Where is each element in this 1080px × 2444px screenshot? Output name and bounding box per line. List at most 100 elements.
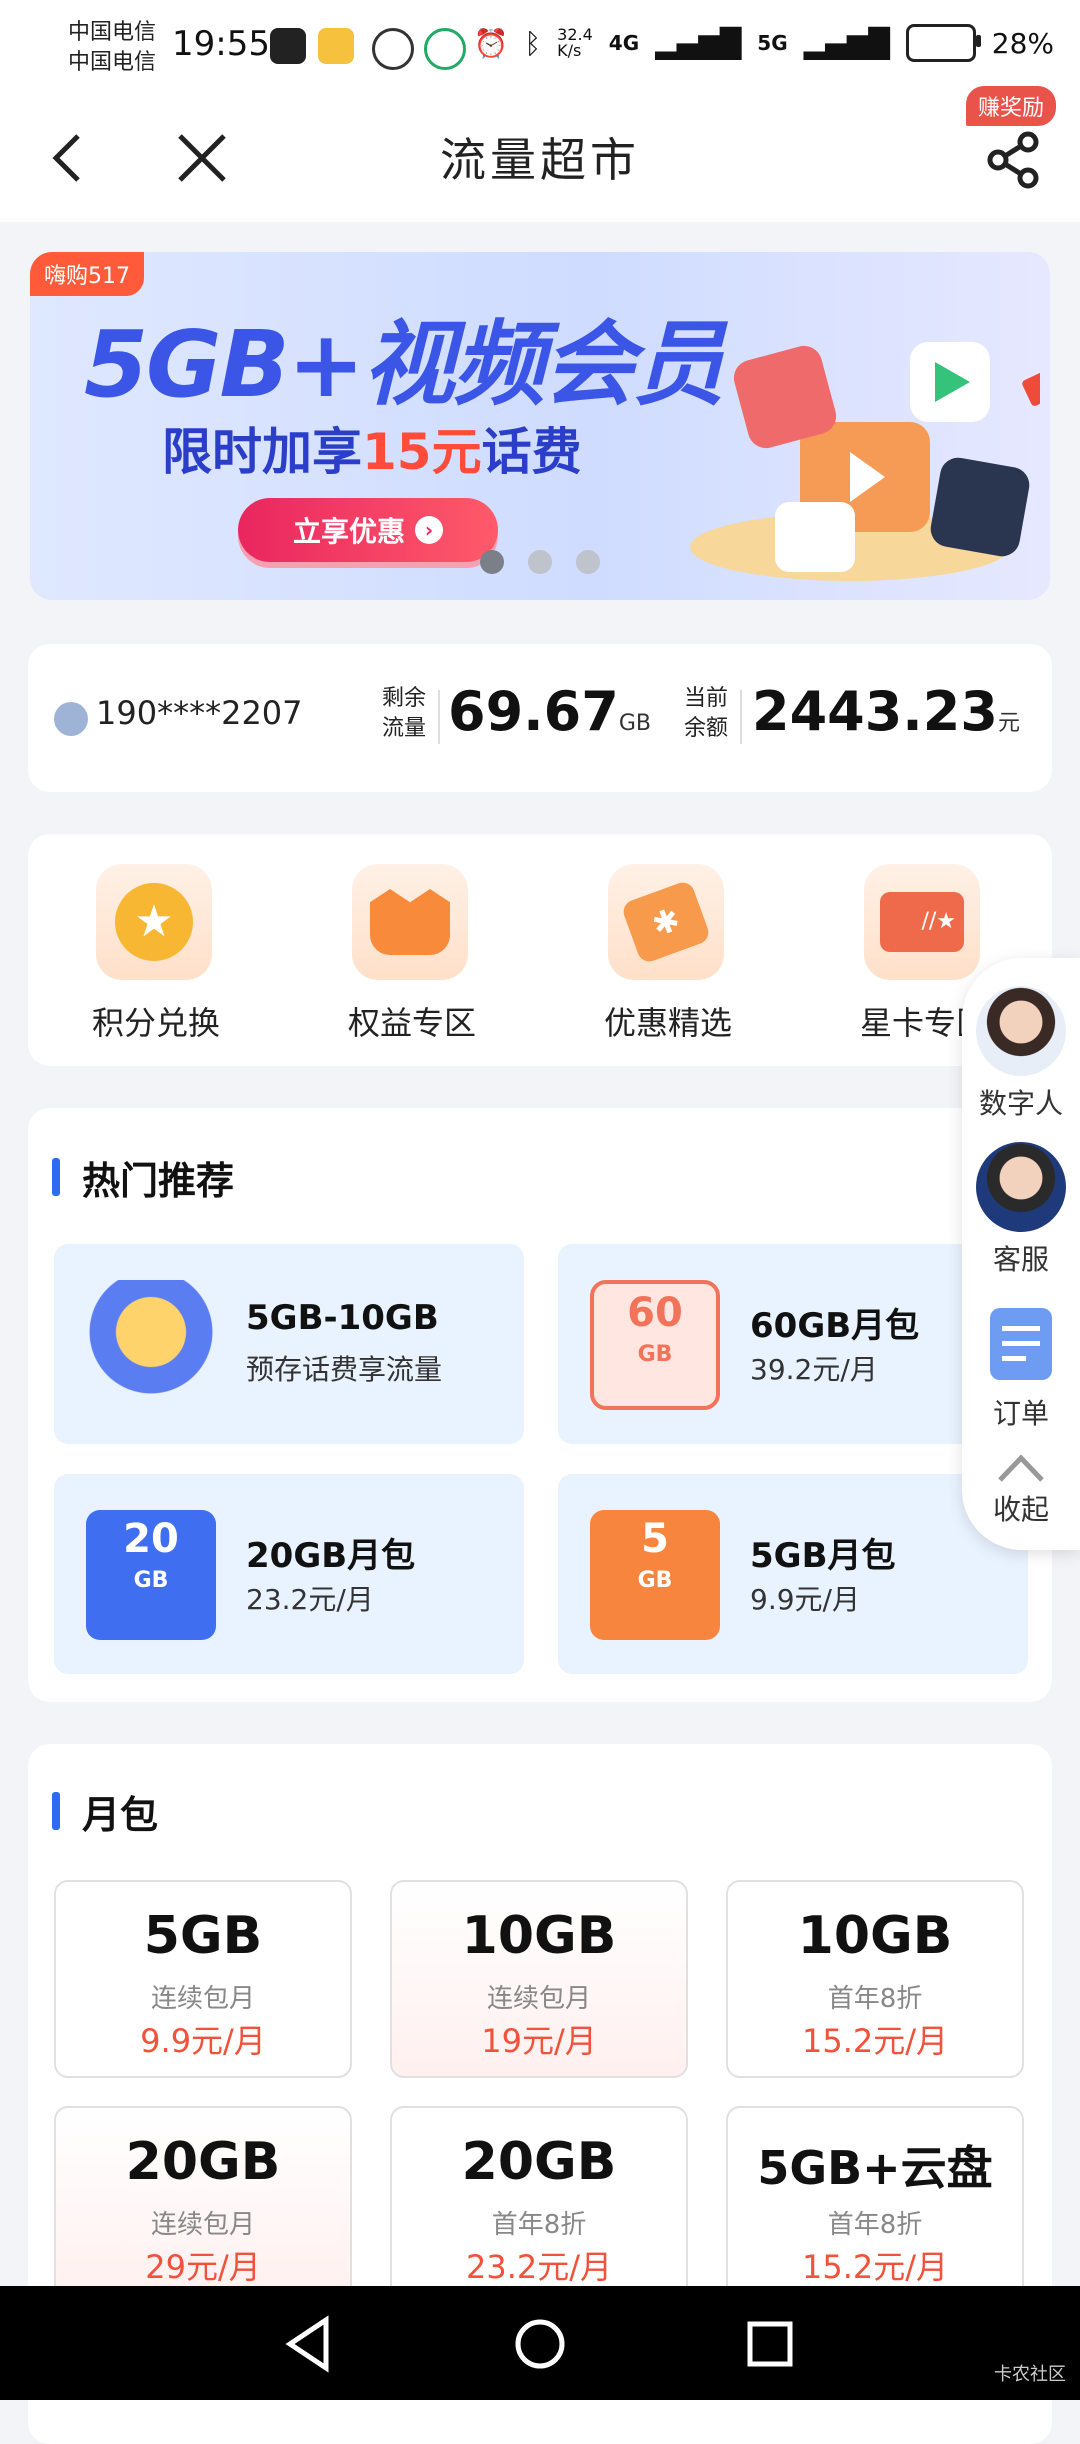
nav-home-icon bbox=[515, 2319, 565, 2369]
package-type: 连续包月 bbox=[150, 2210, 255, 2240]
hot-card-sub: 9.9元/月 bbox=[750, 1583, 860, 1616]
phone-data-icon: 60 GB bbox=[590, 1280, 720, 1410]
digital-human-button[interactable]: 数字人 bbox=[962, 1082, 1080, 1122]
hot-card-title: 60GB月包 bbox=[750, 1306, 920, 1346]
net-speed: 32.4 K/s bbox=[557, 25, 593, 60]
package-card[interactable]: 20GB 首年8折 23.2元/月 bbox=[390, 2106, 688, 2304]
remaining-data: 69.67GB bbox=[448, 680, 651, 743]
deals-button[interactable]: ✱ bbox=[608, 864, 724, 980]
nfc-icon bbox=[270, 28, 306, 64]
package-card[interactable]: 20GB 连续包月 29元/月 bbox=[54, 2106, 352, 2304]
package-price: 15.2元/月 bbox=[801, 2022, 949, 2060]
phone-data-icon-unit: GB bbox=[637, 1568, 673, 1593]
points-exchange-button[interactable]: ★ bbox=[96, 864, 212, 980]
page-title: 流量超市 bbox=[440, 133, 640, 187]
section-title: 热门推荐 bbox=[82, 1159, 235, 1203]
carousel-dot-2[interactable] bbox=[528, 550, 552, 574]
phone-number: 190****2207 bbox=[96, 694, 303, 732]
banner-subline-suffix: 话费 bbox=[481, 423, 582, 481]
phone-data-icon-value: 5 bbox=[641, 1516, 669, 1562]
carrier-1: 中国电信 bbox=[68, 20, 157, 45]
collapse-chevron-up-icon[interactable] bbox=[996, 1452, 1046, 1484]
status-time: 19:55 bbox=[172, 24, 270, 64]
hot-card-sub: 23.2元/月 bbox=[246, 1583, 374, 1616]
customer-service-button[interactable]: 客服 bbox=[962, 1238, 1080, 1278]
banner-cta-label: 立享优惠 bbox=[292, 515, 405, 548]
package-card[interactable]: 10GB 首年8折 15.2元/月 bbox=[726, 1880, 1024, 2078]
banner-subline-prefix: 限时加享 bbox=[162, 423, 362, 481]
signal-bars-icon-2: ▂▄▆█ bbox=[803, 26, 890, 60]
gift-coin-icon bbox=[86, 1280, 216, 1410]
reward-badge[interactable]: 赚奖励 bbox=[965, 86, 1056, 126]
quick-link-label[interactable]: 优惠精选 bbox=[558, 998, 778, 1044]
phone-data-icon: 5 GB bbox=[590, 1510, 720, 1640]
nav-back-button[interactable] bbox=[278, 2312, 342, 2376]
package-card[interactable]: 5GB 连续包月 9.9元/月 bbox=[54, 1880, 352, 2078]
card-icon: //★ bbox=[880, 892, 964, 952]
package-size: 5GB bbox=[143, 1906, 263, 1966]
benefits-zone-button[interactable] bbox=[352, 864, 468, 980]
watermark: 卡农社区 bbox=[994, 2364, 1066, 2385]
app-notification-icon bbox=[372, 28, 414, 70]
nav-home-button[interactable] bbox=[508, 2312, 572, 2376]
package-card[interactable]: 10GB 连续包月 19元/月 bbox=[390, 1880, 688, 2078]
digital-human-avatar-icon[interactable] bbox=[976, 986, 1066, 1076]
orders-button[interactable]: 订单 bbox=[962, 1392, 1080, 1432]
phone-data-icon-unit: GB bbox=[637, 1342, 673, 1367]
balance-value: 2443.23 bbox=[752, 680, 998, 743]
coupon-tag-icon: ✱ bbox=[620, 879, 712, 965]
signal-bars-icon: ▂▄▆█ bbox=[655, 26, 742, 60]
banner-cta-button[interactable]: 立享优惠 › bbox=[238, 498, 498, 562]
package-size: 10GB bbox=[461, 1906, 617, 1966]
phone-data-icon-value: 60 bbox=[627, 1290, 683, 1336]
package-size: 20GB bbox=[461, 2132, 617, 2192]
alarm-icon: ⏰ bbox=[473, 26, 509, 60]
remaining-data-unit: GB bbox=[618, 711, 651, 736]
package-price: 9.9元/月 bbox=[140, 2022, 266, 2060]
user-avatar-icon bbox=[54, 702, 88, 736]
hot-card-sub: 39.2元/月 bbox=[750, 1353, 878, 1386]
package-price: 19元/月 bbox=[481, 2022, 597, 2060]
balance-unit: 元 bbox=[997, 711, 1020, 736]
carrier-labels: 中国电信 中国电信 bbox=[68, 18, 156, 78]
package-size: 5GB+云盘 bbox=[757, 2141, 993, 2195]
crown-icon bbox=[370, 889, 450, 955]
hot-card-sub: 预存话费享流量 bbox=[246, 1353, 443, 1386]
package-type: 首年8折 bbox=[827, 2210, 923, 2240]
quick-link-label[interactable]: 积分兑换 bbox=[46, 998, 266, 1044]
weibo-icon bbox=[318, 28, 354, 64]
package-type: 首年8折 bbox=[491, 2210, 587, 2240]
banner-subline: 限时加享15元话费 bbox=[162, 412, 582, 484]
collapse-button[interactable]: 收起 bbox=[962, 1488, 1080, 1528]
package-price: 15.2元/月 bbox=[801, 2248, 949, 2286]
carrier-2: 中国电信 bbox=[68, 50, 157, 75]
carousel-dot-1[interactable] bbox=[480, 550, 504, 574]
hot-card-title: 5GB月包 bbox=[750, 1536, 896, 1576]
signal-5g: 5G bbox=[757, 31, 788, 55]
status-right: ⏰ ᛒ 32.4 K/s 4G ▂▄▆█ 5G ▂▄▆█ 28% bbox=[473, 24, 1054, 62]
section-accent-bar bbox=[52, 1792, 60, 1830]
bluetooth-icon: ᛒ bbox=[524, 26, 542, 60]
video-apps-illustration bbox=[690, 342, 1040, 581]
signal-4g: 4G bbox=[608, 31, 640, 55]
nav-recents-button[interactable] bbox=[738, 2312, 802, 2376]
package-card[interactable]: 5GB+云盘 首年8折 15.2元/月 bbox=[726, 2106, 1024, 2304]
package-size: 10GB bbox=[797, 1906, 953, 1966]
package-price: 29元/月 bbox=[145, 2248, 261, 2286]
quick-link-label[interactable]: 权益专区 bbox=[302, 998, 522, 1044]
section-title: 月包 bbox=[82, 1793, 159, 1837]
divider bbox=[740, 690, 742, 744]
data-label-line-2: 流量 bbox=[382, 716, 427, 741]
star-card-zone-button[interactable]: //★ bbox=[864, 864, 980, 980]
share-button[interactable] bbox=[984, 130, 1044, 190]
customer-service-avatar-icon[interactable] bbox=[976, 1142, 1066, 1232]
orders-icon[interactable] bbox=[990, 1308, 1052, 1380]
carousel-dot-3[interactable] bbox=[576, 550, 600, 574]
phone-data-icon: 20 GB bbox=[86, 1510, 216, 1640]
data-label-line-1: 剩余 bbox=[382, 686, 427, 711]
battery-level: 28% bbox=[991, 26, 1054, 60]
package-size: 20GB bbox=[125, 2132, 281, 2192]
remaining-data-value: 69.67 bbox=[448, 680, 619, 743]
banner-headline: 5GB+视频会员 bbox=[84, 311, 725, 418]
section-accent-bar bbox=[52, 1158, 60, 1196]
